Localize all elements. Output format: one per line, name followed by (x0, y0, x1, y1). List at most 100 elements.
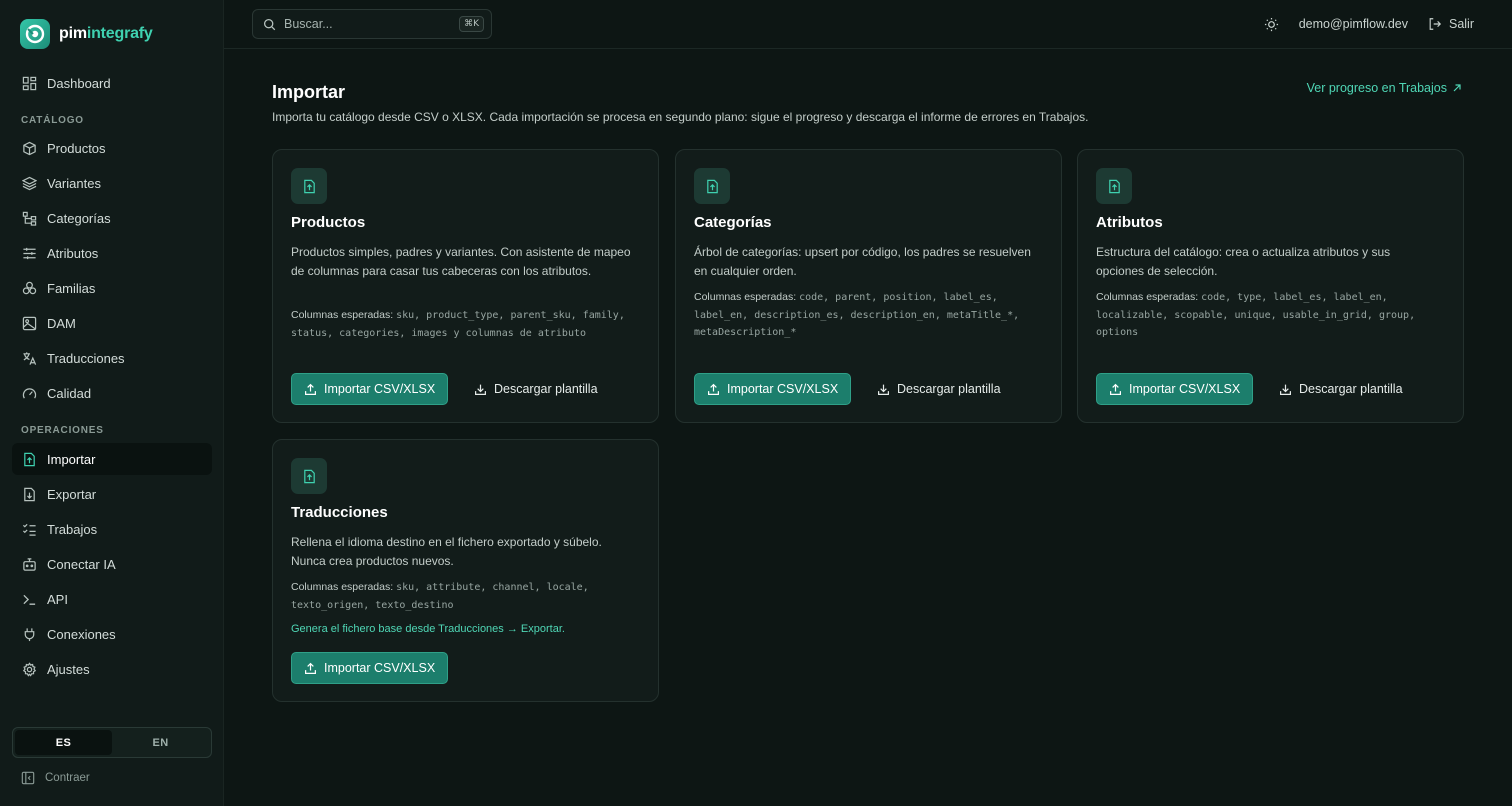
sidebar-item-label: Conectar IA (47, 556, 116, 572)
file-upload-icon (22, 452, 37, 467)
view-progress-label: Ver progreso en Trabajos (1306, 81, 1447, 95)
sidebar-item-dam[interactable]: DAM (12, 307, 212, 339)
upload-icon (304, 662, 317, 675)
sidebar-item-traducciones[interactable]: Traducciones (12, 342, 212, 374)
card-description: Productos simples, padres y variantes. C… (291, 245, 631, 278)
sidebar-item-exportar[interactable]: Exportar (12, 478, 212, 510)
card-expected-columns: Columnas esperadas: sku, product_type, p… (291, 307, 636, 342)
search-box[interactable]: ⌘K (252, 9, 492, 39)
sidebar-item-productos[interactable]: Productos (12, 132, 212, 164)
card-title: Productos (291, 214, 366, 231)
sidebar: pimintegrafy Dashboard CATÁLOGO Producto… (0, 0, 224, 806)
collapse-sidebar-button[interactable]: Contraer (21, 770, 90, 786)
sidebar-item-ajustes[interactable]: Ajustes (12, 653, 212, 685)
sidebar-item-label: Calidad (47, 385, 92, 401)
card-description: Estructura del catálogo: crea o actualiz… (1096, 245, 1391, 278)
sidebar-item-label: Dashboard (47, 75, 111, 91)
sliders-icon (22, 246, 37, 261)
import-csv-xlsx-button[interactable]: Importar CSV/XLSX (694, 373, 852, 405)
import-csv-xlsx-button[interactable]: Importar CSV/XLSX (291, 652, 449, 684)
card-expected-columns: Columnas esperadas: code, parent, positi… (694, 289, 1039, 342)
sidebar-item-label: Familias (47, 280, 96, 296)
bot-icon (22, 557, 37, 572)
sidebar-item-label: API (47, 591, 68, 607)
button-label: Importar CSV/XLSX (727, 382, 839, 396)
logout-button[interactable]: Salir (1428, 17, 1474, 31)
download-template-button[interactable]: Descargar plantilla (1279, 373, 1403, 405)
import-csv-xlsx-button[interactable]: Importar CSV/XLSX (291, 373, 449, 405)
gauge-icon (22, 386, 37, 401)
sidebar-item-familias[interactable]: Familias (12, 272, 212, 304)
file-download-icon (22, 487, 37, 502)
download-icon (877, 383, 890, 396)
columns-label: Columnas esperadas: (1096, 291, 1199, 303)
plug-icon (22, 627, 37, 642)
view-progress-link[interactable]: Ver progreso en Trabajos (1307, 81, 1462, 95)
sidebar-item-label: Traducciones (47, 350, 125, 366)
upload-icon (707, 383, 720, 396)
sidebar-item-conexiones[interactable]: Conexiones (12, 618, 212, 650)
boxes-icon (22, 281, 37, 296)
sidebar-item-label: Exportar (47, 486, 97, 502)
file-upload-icon (291, 458, 327, 494)
logout-icon (1428, 17, 1442, 31)
card-description: Árbol de categorías: upsert por código, … (694, 245, 1031, 278)
import-card-atributos: Atributos Estructura del catálogo: crea … (1077, 149, 1464, 423)
language-option-en[interactable]: EN (112, 730, 209, 755)
sidebar-item-trabajos[interactable]: Trabajos (12, 513, 212, 545)
sidebar-item-api[interactable]: API (12, 583, 212, 615)
sidebar-item-categorias[interactable]: Categorías (12, 202, 212, 234)
brand-logo[interactable]: pimintegrafy (20, 19, 153, 49)
sidebar-item-label: DAM (47, 315, 76, 331)
sidebar-item-label: Variantes (47, 175, 101, 191)
arrow-up-right-icon (1452, 83, 1462, 93)
columns-label: Columnas esperadas: (291, 581, 394, 593)
topbar-actions: demo@pimflow.dev Salir (1264, 0, 1474, 48)
download-template-button[interactable]: Descargar plantilla (877, 373, 1001, 405)
import-csv-xlsx-button[interactable]: Importar CSV/XLSX (1096, 373, 1254, 405)
logo-icon (20, 19, 50, 49)
tree-icon (22, 211, 37, 226)
upload-icon (304, 383, 317, 396)
button-label: Descargar plantilla (494, 382, 598, 396)
button-label: Descargar plantilla (897, 382, 1001, 396)
file-upload-icon (291, 168, 327, 204)
import-card-categorias: Categorías Árbol de categorías: upsert p… (675, 149, 1062, 423)
brand-name: pimintegrafy (59, 25, 153, 42)
section-operations-heading: OPERACIONES (21, 425, 104, 436)
card-description: Rellena el idioma destino en el fichero … (291, 535, 602, 568)
search-input[interactable] (284, 17, 452, 31)
languages-icon (22, 351, 37, 366)
language-option-es[interactable]: ES (15, 730, 112, 755)
import-card-productos: Productos Productos simples, padres y va… (272, 149, 659, 423)
columns-label: Columnas esperadas: (694, 291, 797, 303)
columns-label: Columnas esperadas: (291, 309, 394, 321)
gear-icon (22, 661, 37, 677)
button-label: Importar CSV/XLSX (324, 661, 436, 675)
card-title: Categorías (694, 214, 772, 231)
sidebar-item-label: Conexiones (47, 626, 116, 642)
collapse-label: Contraer (45, 772, 90, 784)
download-icon (474, 383, 487, 396)
sidebar-item-dashboard[interactable]: Dashboard (12, 67, 212, 99)
page-description: Importa tu catálogo desde CSV o XLSX. Ca… (272, 110, 1089, 124)
sidebar-item-conectar-ia[interactable]: Conectar IA (12, 548, 212, 580)
import-card-traducciones: Traducciones Rellena el idioma destino e… (272, 439, 659, 702)
upload-icon (1109, 383, 1122, 396)
sidebar-item-variantes[interactable]: Variantes (12, 167, 212, 199)
theme-toggle-sun-icon[interactable] (1264, 17, 1279, 32)
section-catalog-heading: CATÁLOGO (21, 115, 84, 126)
sidebar-item-atributos[interactable]: Atributos (12, 237, 212, 269)
search-icon (263, 18, 276, 31)
box-icon (22, 141, 37, 156)
page-title: Importar (272, 82, 346, 102)
list-checks-icon (22, 522, 37, 537)
sidebar-item-label: Categorías (47, 210, 111, 226)
sidebar-item-label: Atributos (47, 245, 99, 261)
dashboard-icon (22, 76, 37, 91)
sidebar-item-calidad[interactable]: Calidad (12, 377, 212, 409)
sidebar-item-label: Ajustes (47, 661, 90, 677)
sidebar-item-importar[interactable]: Importar (12, 443, 212, 475)
download-template-button[interactable]: Descargar plantilla (474, 373, 598, 405)
user-email: demo@pimflow.dev (1298, 17, 1408, 31)
